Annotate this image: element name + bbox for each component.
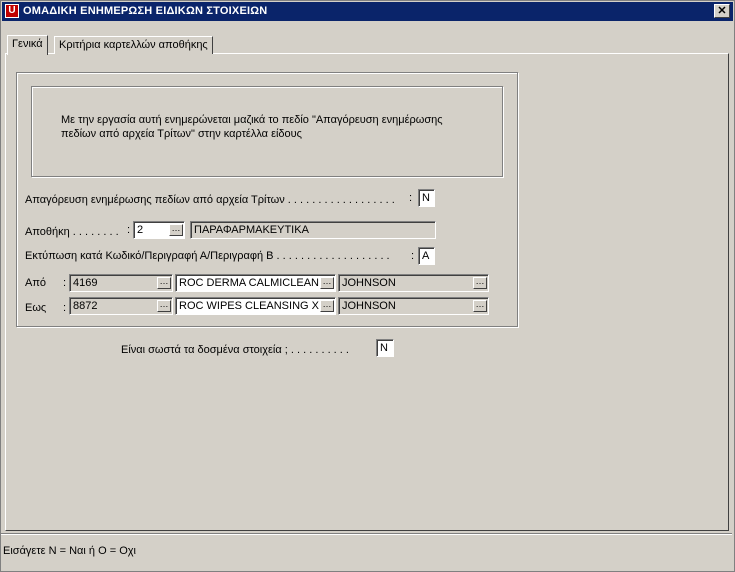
restrict-colon: : xyxy=(409,192,413,204)
confirm-label: Είναι σωστά τα δοσμένα στοιχεία ; . . . … xyxy=(121,344,349,356)
status-bar-text: Εισάγετε N = Ναι ή O = Οχι xyxy=(3,545,136,557)
tab-general[interactable]: Γενικά xyxy=(7,35,48,55)
close-button[interactable]: ✕ xyxy=(714,4,730,18)
warehouse-lookup-button[interactable]: … xyxy=(169,224,183,236)
confirm-field[interactable]: N xyxy=(376,339,394,357)
from-desc-a-field[interactable]: ROC DERMA CALMICLEAN xyxy=(175,274,336,292)
warehouse-colon: : xyxy=(127,224,131,236)
from-label: Από xyxy=(25,277,47,289)
info-line-2: πεδίων από αρχεία Τρίτων" στην καρτέλλα … xyxy=(61,128,302,140)
app-icon: U xyxy=(5,4,19,18)
to-desc-b-field[interactable]: JOHNSON xyxy=(338,297,489,315)
restrict-field[interactable]: N xyxy=(418,189,435,207)
to-desc-b-lookup-button[interactable]: … xyxy=(473,300,487,312)
window-title: ΟΜΑΔΙΚΗ ΕΝΗΜΕΡΩΣΗ ΕΙΔΙΚΩΝ ΣΤΟΙΧΕΙΩΝ xyxy=(23,5,268,17)
print-by-label: Εκτύπωση κατά Κωδικό/Περιγραφή Α/Περιγρα… xyxy=(25,250,390,262)
title-bar: U ΟΜΑΔΙΚΗ ΕΝΗΜΕΡΩΣΗ ΕΙΔΙΚΩΝ ΣΤΟΙΧΕΙΩΝ ✕ xyxy=(2,2,733,21)
to-desc-a-lookup-button[interactable]: … xyxy=(320,300,334,312)
warehouse-name-field: ΠΑΡΑΦΑΡΜΑΚΕΥΤΙΚΑ xyxy=(190,221,436,239)
to-colon: : xyxy=(63,302,67,314)
from-desc-a-lookup-button[interactable]: … xyxy=(320,277,334,289)
from-desc-b-lookup-button[interactable]: … xyxy=(473,277,487,289)
info-line-1: Με την εργασία αυτή ενημερώνεται μαζικά … xyxy=(61,114,443,126)
warehouse-label: Αποθήκη . . . . . . . . xyxy=(25,226,119,238)
print-by-field[interactable]: A xyxy=(418,247,435,265)
to-code-lookup-button[interactable]: … xyxy=(157,300,171,312)
tab-warehouse-criteria[interactable]: Κριτήρια καρτελλών αποθήκης xyxy=(54,36,213,54)
to-desc-a-field[interactable]: ROC WIPES CLEANSING X xyxy=(175,297,336,315)
from-colon: : xyxy=(63,277,67,289)
from-code-lookup-button[interactable]: … xyxy=(157,277,171,289)
info-text: Με την εργασία αυτή ενημερώνεται μαζικά … xyxy=(61,113,481,141)
restrict-label: Απαγόρευση ενημέρωσης πεδίων από αρχεία … xyxy=(25,194,395,206)
to-label: Εως xyxy=(25,302,47,314)
status-separator xyxy=(1,533,732,535)
print-by-colon: : xyxy=(411,250,415,262)
from-desc-b-field[interactable]: JOHNSON xyxy=(338,274,489,292)
